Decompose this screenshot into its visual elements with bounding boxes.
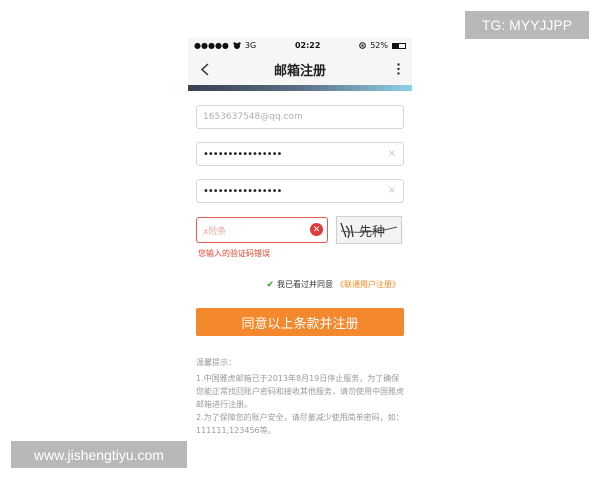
check-icon[interactable]: ✔ <box>266 280 274 290</box>
captcha-row: x险条 ✕ 先种 <box>196 216 404 244</box>
tips-title: 温馨提示： <box>196 358 236 367</box>
password-value: •••••••••••••••• <box>203 148 282 160</box>
email-placeholder: 1653637548@qq.com <box>203 112 303 122</box>
captcha-error-message: 您输入的验证码错误 <box>198 249 270 258</box>
battery-icon <box>391 42 406 49</box>
tip-line-1: 1.中国雅虎邮箱已于2013年8月19日停止服务，为了确保您能正常找回账户密码和… <box>196 374 404 409</box>
agreement-text: 我已看过并同意 <box>277 280 333 289</box>
password-field[interactable]: •••••••••••••••• × <box>196 142 404 166</box>
clear-confirm-icon[interactable]: × <box>388 185 396 196</box>
status-bar: ●●●●● 3G 02:22 52% <box>188 38 412 53</box>
captcha-placeholder: x险条 <box>203 226 227 237</box>
bear-logo-icon <box>233 42 241 49</box>
rotation-lock-icon <box>359 42 367 49</box>
tip-line-2: 2.为了保障您的账户安全，请尽量减少使用简单密码，如：111111,123456… <box>196 413 404 435</box>
watermark-top-right: TG: MYYJJPP <box>465 11 589 39</box>
email-field[interactable]: 1653637548@qq.com <box>196 105 404 129</box>
status-time: 02:22 <box>294 41 321 50</box>
battery-percent: 52% <box>370 41 388 50</box>
confirm-password-field[interactable]: •••••••••••••••• × <box>196 179 404 203</box>
page-title: 邮箱注册 <box>273 63 326 79</box>
submit-button[interactable]: 同意以上条款并注册 <box>196 308 404 336</box>
agreement-row: ✔ 我已看过并同意 《联通用户注册》 <box>196 279 404 290</box>
confirm-password-value: •••••••••••••••• <box>203 185 282 197</box>
captcha-image[interactable]: 先种 <box>336 216 402 244</box>
status-right: 52% <box>359 41 406 50</box>
register-form: 1653637548@qq.com •••••••••••••••• × •••… <box>188 91 412 437</box>
error-clear-icon[interactable]: ✕ <box>310 223 323 236</box>
captcha-input[interactable]: x险条 ✕ <box>196 217 328 243</box>
signal-icon: ●●●●● <box>194 41 229 50</box>
network-type: 3G <box>244 41 257 50</box>
phone-screen: ●●●●● 3G 02:22 52% 邮箱注册 1653637548@qq.co… <box>188 38 412 444</box>
watermark-bottom-left: www.jishengtiyu.com <box>11 441 187 468</box>
more-vertical-icon[interactable] <box>394 62 402 76</box>
status-left: ●●●●● 3G <box>194 41 256 50</box>
clear-password-icon[interactable]: × <box>388 148 396 159</box>
tips-section: 温馨提示： 1.中国雅虎邮箱已于2013年8月19日停止服务，为了确保您能正常找… <box>196 356 404 437</box>
chevron-left-icon[interactable] <box>200 62 210 76</box>
agreement-link[interactable]: 《联通用户注册》 <box>336 279 400 290</box>
nav-bar: 邮箱注册 <box>188 53 412 85</box>
svg-text:先种: 先种 <box>359 225 385 240</box>
